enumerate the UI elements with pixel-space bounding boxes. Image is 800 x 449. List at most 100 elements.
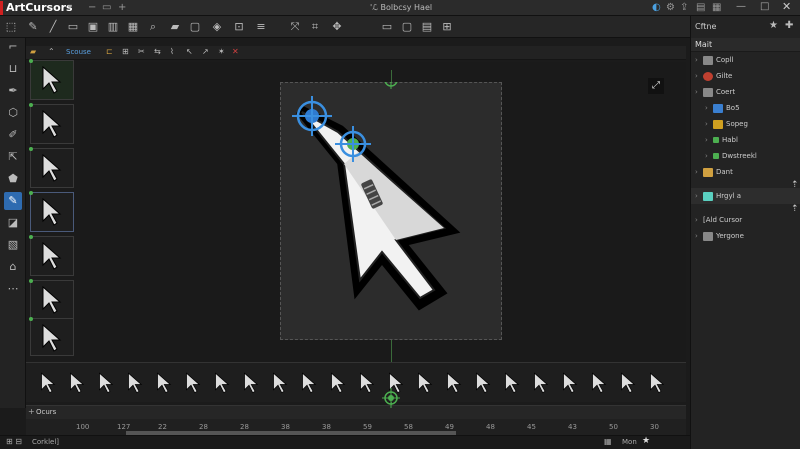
strip-frame[interactable]: [185, 371, 203, 397]
plus-icon[interactable]: +: [118, 2, 126, 13]
eraser-icon[interactable]: ⬡: [4, 104, 22, 122]
strip-frame[interactable]: [330, 371, 348, 397]
chevron-right-icon[interactable]: ›: [705, 116, 713, 132]
tree-row[interactable]: › Copll: [691, 52, 800, 68]
pen-icon[interactable]: ✒: [4, 82, 22, 100]
image-icon[interactable]: ▧: [4, 236, 22, 254]
frame-thumbnail[interactable]: [29, 191, 74, 232]
fill-icon[interactable]: ⬟: [4, 170, 22, 188]
upload-icon[interactable]: ⇡: [791, 204, 799, 214]
strip-frame[interactable]: [533, 371, 551, 397]
view-icon[interactable]: ▤: [696, 2, 705, 13]
layers-icon[interactable]: ≡: [254, 20, 268, 34]
sync-icon[interactable]: ◐: [652, 2, 661, 13]
chevron-right-icon[interactable]: ›: [695, 84, 703, 100]
pencil-icon[interactable]: ✎: [4, 192, 22, 210]
magic-icon[interactable]: ✶: [218, 47, 225, 56]
strip-frame[interactable]: [40, 371, 58, 397]
frame-thumbnail[interactable]: [29, 59, 74, 100]
frame-add-icon[interactable]: ▭: [380, 20, 394, 34]
strip-frame[interactable]: [591, 371, 609, 397]
pen-icon[interactable]: ✎: [26, 20, 40, 34]
strip-frame[interactable]: [301, 371, 319, 397]
strip-frame[interactable]: [359, 371, 377, 397]
tree-row[interactable]: › Dwstreekl: [691, 148, 800, 164]
pin-icon[interactable]: ✚: [785, 20, 793, 31]
chevron-right-icon[interactable]: ›: [705, 132, 713, 148]
up-icon[interactable]: ⌃: [48, 47, 55, 56]
bucket-icon[interactable]: ◪: [4, 214, 22, 232]
close-icon[interactable]: ✕: [232, 47, 239, 56]
window-maximize-button[interactable]: □: [760, 1, 769, 12]
chevron-right-icon[interactable]: ›: [705, 100, 713, 116]
window-close-button[interactable]: ✕: [782, 0, 791, 13]
move-icon[interactable]: ⇱: [4, 148, 22, 166]
strip-frame[interactable]: [417, 371, 435, 397]
strip-frame[interactable]: [69, 371, 87, 397]
chevron-right-icon[interactable]: ›: [695, 212, 703, 228]
frame-thumbnail[interactable]: [29, 103, 74, 144]
strip-frame[interactable]: [272, 371, 290, 397]
strip-frame[interactable]: [243, 371, 261, 397]
strip-frame[interactable]: [214, 371, 232, 397]
tree-row[interactable]: › Sopeg: [691, 116, 800, 132]
move-icon[interactable]: ✥: [330, 20, 344, 34]
layer-icon[interactable]: ⊏: [106, 47, 113, 56]
tree-row[interactable]: › [Ald Cursor: [691, 212, 800, 228]
strip-frame[interactable]: [475, 371, 493, 397]
frame-thumbnail[interactable]: [29, 279, 74, 320]
tree-row[interactable]: › Gilte: [691, 68, 800, 84]
chevron-right-icon[interactable]: ›: [695, 228, 703, 244]
transform-icon[interactable]: ⊡: [232, 20, 246, 34]
grid-icon[interactable]: ▦: [126, 20, 140, 34]
image-icon[interactable]: ▣: [86, 20, 100, 34]
chevron-right-icon[interactable]: ›: [695, 52, 703, 68]
panel-icon[interactable]: ▤: [420, 20, 434, 34]
tree-row[interactable]: › Hrgyl a: [691, 188, 800, 204]
minus-icon[interactable]: −: [88, 2, 96, 13]
box-icon[interactable]: ▭: [102, 2, 111, 13]
strip-frame[interactable]: [446, 371, 464, 397]
folder-icon[interactable]: ▰: [168, 20, 182, 34]
strip-frame[interactable]: [649, 371, 667, 397]
tree-row[interactable]: › Bo5: [691, 100, 800, 116]
toolbar-label[interactable]: Scouse: [66, 48, 91, 56]
ruler-icon[interactable]: ⊞: [440, 20, 454, 34]
strip-frame[interactable]: [98, 371, 116, 397]
flip-icon[interactable]: ⇆: [154, 47, 161, 56]
share-icon[interactable]: ⇪: [680, 2, 688, 13]
pointer-icon[interactable]: ⬚: [4, 20, 18, 34]
chevron-right-icon[interactable]: ›: [695, 164, 703, 180]
cut-icon[interactable]: ✂: [138, 47, 145, 56]
window-minimize-button[interactable]: —: [736, 1, 746, 12]
grid-icon[interactable]: ⊞: [122, 47, 129, 56]
folder-icon[interactable]: ▦: [712, 2, 721, 13]
folder-icon[interactable]: ▰: [30, 47, 36, 56]
eyedropper-icon[interactable]: ⤢: [648, 78, 664, 94]
tree-row[interactable]: › Coert: [691, 84, 800, 100]
crop-icon[interactable]: ⌐: [4, 38, 22, 56]
upload-icon[interactable]: ⇡: [791, 180, 799, 190]
more-icon[interactable]: ⋯: [4, 280, 22, 298]
brush-icon[interactable]: ✐: [4, 126, 22, 144]
strip-frame[interactable]: [504, 371, 522, 397]
chevron-right-icon[interactable]: ›: [705, 148, 713, 164]
chevron-right-icon[interactable]: ›: [695, 188, 703, 204]
cursor-alt-icon[interactable]: ↗: [202, 47, 209, 56]
layout-icon[interactable]: ▥: [106, 20, 120, 34]
window-icon[interactable]: ▢: [400, 20, 414, 34]
layers-icon[interactable]: ⊞ ⊟: [6, 437, 22, 446]
zoom-icon[interactable]: ⌕: [146, 20, 160, 34]
zoom-label[interactable]: Mon: [622, 438, 637, 446]
strip-frame[interactable]: [156, 371, 174, 397]
eyedropper-icon[interactable]: ⤧: [288, 20, 302, 34]
settings-icon[interactable]: ⚙: [666, 2, 675, 13]
frame-thumbnail[interactable]: [29, 317, 74, 356]
strip-frame[interactable]: [562, 371, 580, 397]
menu-dropdown-icon[interactable]: ▾: [68, 2, 72, 11]
large-cursor-artwork[interactable]: [280, 82, 502, 340]
grid-icon[interactable]: ▦: [604, 437, 612, 446]
section-header[interactable]: Mait: [691, 38, 800, 52]
anchor-icon[interactable]: ⊔: [4, 60, 22, 78]
frame-thumbnail[interactable]: [29, 235, 74, 276]
